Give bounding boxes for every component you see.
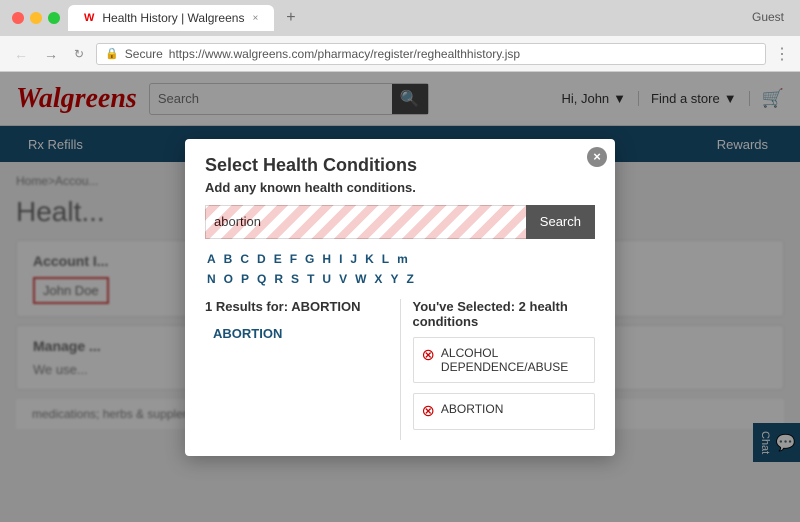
result-item-abortion[interactable]: ABORTION xyxy=(205,322,388,345)
new-tab-button[interactable]: + xyxy=(286,9,295,27)
alpha-W[interactable]: W xyxy=(353,271,368,287)
address-bar: ← → ↻ 🔒 Secure https://www.walgreens.com… xyxy=(0,36,800,72)
alpha-N[interactable]: N xyxy=(205,271,218,287)
alpha-A[interactable]: A xyxy=(205,251,218,267)
minimize-traffic-light[interactable] xyxy=(30,12,42,24)
refresh-button[interactable]: ↻ xyxy=(70,45,88,63)
back-button[interactable]: ← xyxy=(10,44,32,64)
alpha-O[interactable]: O xyxy=(222,271,235,287)
selected-list: ⊗ ALCOHOL DEPENDENCE/ABUSE ⊗ ABORTION xyxy=(413,337,596,430)
alpha-G[interactable]: G xyxy=(303,251,316,267)
alpha-U[interactable]: U xyxy=(320,271,333,287)
modal-subtitle: Add any known health conditions. xyxy=(205,180,595,195)
selected-alcohol-label: ALCOHOL DEPENDENCE/ABUSE xyxy=(441,346,586,374)
title-bar: W Health History | Walgreens × + Guest xyxy=(0,0,800,36)
health-conditions-modal: × Select Health Conditions Add any known… xyxy=(185,139,615,456)
page-background: Walgreens 🔍 Hi, John ▼ Find a store ▼ 🛒 … xyxy=(0,72,800,522)
search-results-panel: 1 Results for: ABORTION ABORTION xyxy=(205,299,401,440)
alpha-P[interactable]: P xyxy=(239,271,251,287)
condition-search-button[interactable]: Search xyxy=(526,205,595,239)
tab-favicon: W xyxy=(84,12,94,24)
browser-tab[interactable]: W Health History | Walgreens × xyxy=(68,5,274,31)
maximize-traffic-light[interactable] xyxy=(48,12,60,24)
alpha-Z[interactable]: Z xyxy=(404,271,415,287)
remove-alcohol-button[interactable]: ⊗ xyxy=(422,345,435,365)
alpha-T[interactable]: T xyxy=(305,271,316,287)
alpha-D[interactable]: D xyxy=(255,251,268,267)
tab-close-button[interactable]: × xyxy=(252,13,258,24)
more-options-button[interactable]: ⋮ xyxy=(774,44,790,64)
alpha-I[interactable]: I xyxy=(337,251,344,267)
alpha-K[interactable]: K xyxy=(363,251,376,267)
selected-item-abortion: ⊗ ABORTION xyxy=(413,393,596,430)
browser-chrome: W Health History | Walgreens × + Guest ←… xyxy=(0,0,800,72)
alpha-B[interactable]: B xyxy=(222,251,235,267)
alpha-E[interactable]: E xyxy=(272,251,284,267)
search-input-wrap xyxy=(205,205,526,239)
modal-overlay: × Select Health Conditions Add any known… xyxy=(0,72,800,522)
url-text: https://www.walgreens.com/pharmacy/regis… xyxy=(169,47,520,61)
alpha-Y[interactable]: Y xyxy=(388,271,400,287)
remove-abortion-button[interactable]: ⊗ xyxy=(422,401,435,421)
address-input[interactable]: 🔒 Secure https://www.walgreens.com/pharm… xyxy=(96,43,766,65)
selected-item-alcohol: ⊗ ALCOHOL DEPENDENCE/ABUSE xyxy=(413,337,596,383)
results-count-header: 1 Results for: ABORTION xyxy=(205,299,388,314)
alpha-L[interactable]: L xyxy=(380,251,391,267)
alpha-X[interactable]: X xyxy=(372,271,384,287)
alpha-m[interactable]: m xyxy=(395,251,410,267)
condition-search-input[interactable] xyxy=(205,205,526,239)
alpha-F[interactable]: F xyxy=(288,251,299,267)
secure-label: Secure xyxy=(125,47,163,61)
close-traffic-light[interactable] xyxy=(12,12,24,24)
forward-button[interactable]: → xyxy=(40,44,62,64)
alpha-S[interactable]: S xyxy=(289,271,301,287)
traffic-lights xyxy=(12,12,60,24)
selected-count-header: You've Selected: 2 health conditions xyxy=(413,299,596,329)
modal-body: Select Health Conditions Add any known h… xyxy=(185,139,615,456)
results-list: ABORTION xyxy=(205,322,388,345)
alpha-J[interactable]: J xyxy=(348,251,359,267)
modal-close-button[interactable]: × xyxy=(587,147,607,167)
alpha-V[interactable]: V xyxy=(337,271,349,287)
results-area: 1 Results for: ABORTION ABORTION You've … xyxy=(205,299,595,440)
selected-conditions-panel: You've Selected: 2 health conditions ⊗ A… xyxy=(401,299,596,440)
search-row: Search xyxy=(205,205,595,239)
secure-icon: 🔒 xyxy=(105,47,119,60)
modal-title: Select Health Conditions xyxy=(205,155,595,176)
guest-label: Guest xyxy=(752,10,784,24)
alphabet-row-2: N O P Q R S T U V W X Y Z xyxy=(205,271,595,287)
tab-title: Health History | Walgreens xyxy=(102,11,244,25)
alpha-H[interactable]: H xyxy=(320,251,333,267)
alpha-C[interactable]: C xyxy=(238,251,251,267)
alpha-R[interactable]: R xyxy=(272,271,285,287)
alphabet-row-1: A B C D E F G H I J K L m xyxy=(205,251,595,267)
selected-abortion-label: ABORTION xyxy=(441,402,503,416)
alpha-Q[interactable]: Q xyxy=(255,271,268,287)
